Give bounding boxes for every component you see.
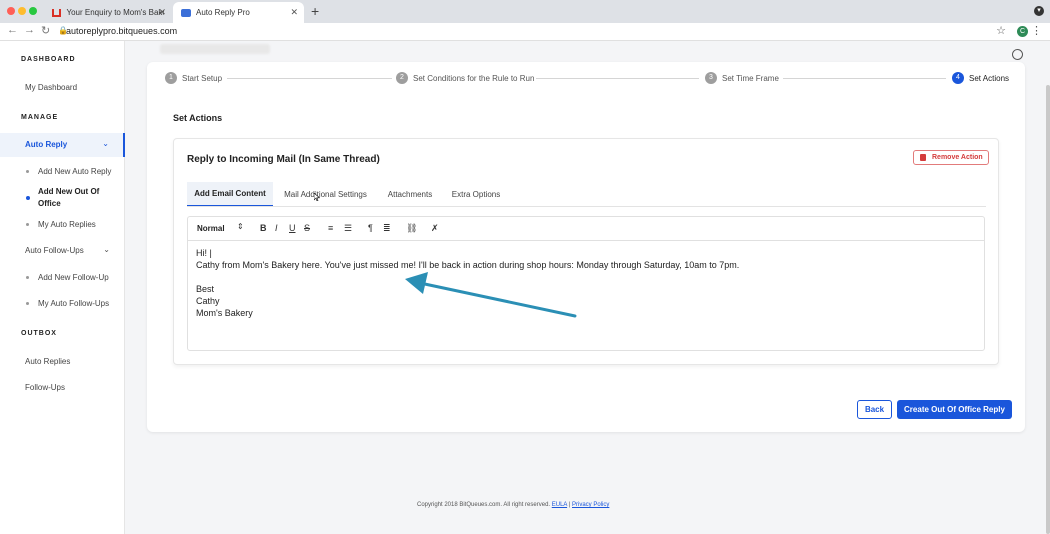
tabs-divider	[187, 206, 986, 207]
gmail-icon	[52, 8, 62, 17]
browser-menu-icon[interactable]: ▾	[1034, 6, 1044, 16]
italic-icon[interactable]: I	[275, 223, 278, 233]
underline-icon[interactable]: U	[289, 223, 296, 233]
tab-label: Auto Reply Pro	[196, 8, 250, 17]
clear-format-icon[interactable]: ✗	[431, 223, 439, 234]
sidebar-item-my-auto-replies[interactable]: My Auto Replies	[38, 219, 118, 231]
editor-line: Best	[196, 284, 215, 294]
close-window-icon[interactable]	[7, 7, 15, 15]
trash-icon	[920, 154, 926, 161]
footer: Copyright 2018 BitQueues.com. All right …	[417, 502, 609, 508]
sidebar-item-add-new-follow-up[interactable]: Add New Follow-Up	[38, 272, 118, 284]
editor-line: Hi! |	[196, 248, 212, 258]
close-tab-icon[interactable]: ✕	[158, 7, 166, 18]
sidebar: DASHBOARD My Dashboard MANAGE Auto Reply…	[0, 41, 125, 534]
editor-line: Cathy from Mom's Bakery here. You've jus…	[196, 260, 740, 270]
email-content-editor[interactable]: Normal ⇕ B I U S ≡ ☰ ¶ ≣ ⛓ ✗ Hi! | Cathy…	[187, 216, 985, 351]
new-tab-icon[interactable]: +	[311, 3, 319, 19]
forward-arrow-icon[interactable]: →	[24, 24, 35, 36]
url-field[interactable]: autoreplypro.bitqueues.com	[66, 26, 177, 36]
select-arrows-icon: ⇕	[237, 222, 244, 231]
sidebar-item-add-new-out-of-office[interactable]: Add New Out Of Office	[38, 186, 108, 210]
chevron-down-icon: ⌄	[102, 139, 109, 148]
copyright-text: Copyright 2018 BitQueues.com. All right …	[417, 502, 551, 508]
step-label-set-time-frame[interactable]: Set Time Frame	[722, 74, 779, 83]
browser-tab-autoreply[interactable]: Auto Reply Pro ✕	[173, 2, 304, 23]
page-scrollbar[interactable]	[1046, 85, 1050, 534]
step-label-set-actions[interactable]: Set Actions	[969, 74, 1009, 83]
tab-attachments[interactable]: Attachments	[380, 182, 440, 207]
tab-mail-additional-settings[interactable]: Mail Additional Settings	[277, 182, 374, 207]
active-bullet-icon	[26, 196, 30, 200]
chevron-down-icon[interactable]: ⌄	[103, 245, 110, 254]
tab-extra-options[interactable]: Extra Options	[444, 182, 508, 207]
reload-icon[interactable]: ↻	[41, 24, 50, 37]
text-direction-icon[interactable]: ¶	[368, 223, 373, 233]
address-bar: ← → ↻ 🔒 autoreplypro.bitqueues.com ☆ C ⋮	[0, 23, 1050, 41]
tab-label: Your Enquiry to Mom's Bakery	[66, 8, 164, 17]
stepper-connector	[536, 78, 699, 79]
more-menu-icon[interactable]: ⋮	[1031, 24, 1042, 37]
maximize-window-icon[interactable]	[29, 7, 37, 15]
eula-link[interactable]: EULA	[552, 502, 567, 508]
bookmark-star-icon[interactable]: ☆	[996, 24, 1006, 37]
remove-action-button[interactable]: Remove Action	[913, 150, 989, 165]
sidebar-heading-dashboard: DASHBOARD	[21, 56, 76, 63]
create-out-of-office-reply-button[interactable]: Create Out Of Office Reply	[897, 400, 1012, 419]
link-icon[interactable]: ⛓	[406, 223, 417, 234]
minimize-window-icon[interactable]	[18, 7, 26, 15]
strikethrough-icon[interactable]: S	[304, 223, 310, 233]
blurred-page-title	[160, 44, 270, 54]
sidebar-heading-outbox: OUTBOX	[21, 330, 57, 337]
browser-tab-bar: Your Enquiry to Mom's Bakery ✕ Auto Repl…	[0, 0, 1050, 23]
bullet-icon	[26, 302, 29, 305]
step-number-active: 4	[952, 72, 964, 84]
bullet-icon	[26, 223, 29, 226]
sidebar-heading-manage: MANAGE	[21, 114, 59, 121]
bullet-icon	[26, 276, 29, 279]
editor-toolbar: Normal ⇕ B I U S ≡ ☰ ¶ ≣ ⛓ ✗	[188, 217, 984, 241]
sidebar-item-outbox-auto-replies[interactable]: Auto Replies	[25, 357, 70, 366]
sidebar-item-outbox-follow-ups[interactable]: Follow-Ups	[25, 383, 65, 392]
profile-avatar[interactable]: C	[1017, 26, 1028, 37]
step-number: 2	[396, 72, 408, 84]
editor-line: Cathy	[196, 296, 220, 306]
bullet-list-icon[interactable]: ☰	[344, 223, 352, 234]
step-number: 3	[705, 72, 717, 84]
back-arrow-icon[interactable]: ←	[7, 24, 18, 36]
sidebar-item-auto-follow-ups[interactable]: Auto Follow-Ups	[25, 246, 84, 255]
close-tab-icon[interactable]: ✕	[290, 7, 298, 18]
stepper-connector	[227, 78, 392, 79]
back-button[interactable]: Back	[857, 400, 892, 419]
remove-action-label: Remove Action	[932, 154, 983, 161]
autoreply-favicon-icon	[181, 8, 191, 17]
browser-tab-gmail[interactable]: Your Enquiry to Mom's Bakery ✕	[44, 2, 172, 23]
step-label-set-conditions[interactable]: Set Conditions for the Rule to Run	[413, 74, 534, 83]
step-label-start-setup[interactable]: Start Setup	[182, 74, 222, 83]
footer-separator: |	[568, 502, 571, 508]
bold-icon[interactable]: B	[260, 223, 267, 233]
sidebar-item-label: Auto Reply	[25, 140, 68, 149]
align-icon[interactable]: ≣	[383, 223, 391, 234]
sidebar-item-auto-reply[interactable]: Auto Reply ⌄	[0, 133, 125, 157]
editor-line: Mom's Bakery	[196, 308, 253, 318]
ordered-list-icon[interactable]: ≡	[328, 223, 333, 233]
mouse-cursor-icon	[314, 193, 320, 201]
action-title: Reply to Incoming Mail (In Same Thread)	[187, 154, 380, 165]
bullet-icon	[26, 170, 29, 173]
tab-add-email-content[interactable]: Add Email Content	[187, 182, 273, 207]
privacy-policy-link[interactable]: Privacy Policy	[572, 502, 609, 508]
sidebar-item-add-new-auto-reply[interactable]: Add New Auto Reply	[38, 166, 118, 178]
section-title: Set Actions	[173, 113, 223, 123]
user-account-icon[interactable]	[1012, 49, 1023, 60]
stepper-connector	[783, 78, 946, 79]
step-number: 1	[165, 72, 177, 84]
sidebar-item-my-dashboard[interactable]: My Dashboard	[25, 83, 77, 92]
sidebar-item-my-auto-follow-ups[interactable]: My Auto Follow-Ups	[38, 298, 118, 310]
format-select[interactable]: Normal	[197, 224, 225, 233]
